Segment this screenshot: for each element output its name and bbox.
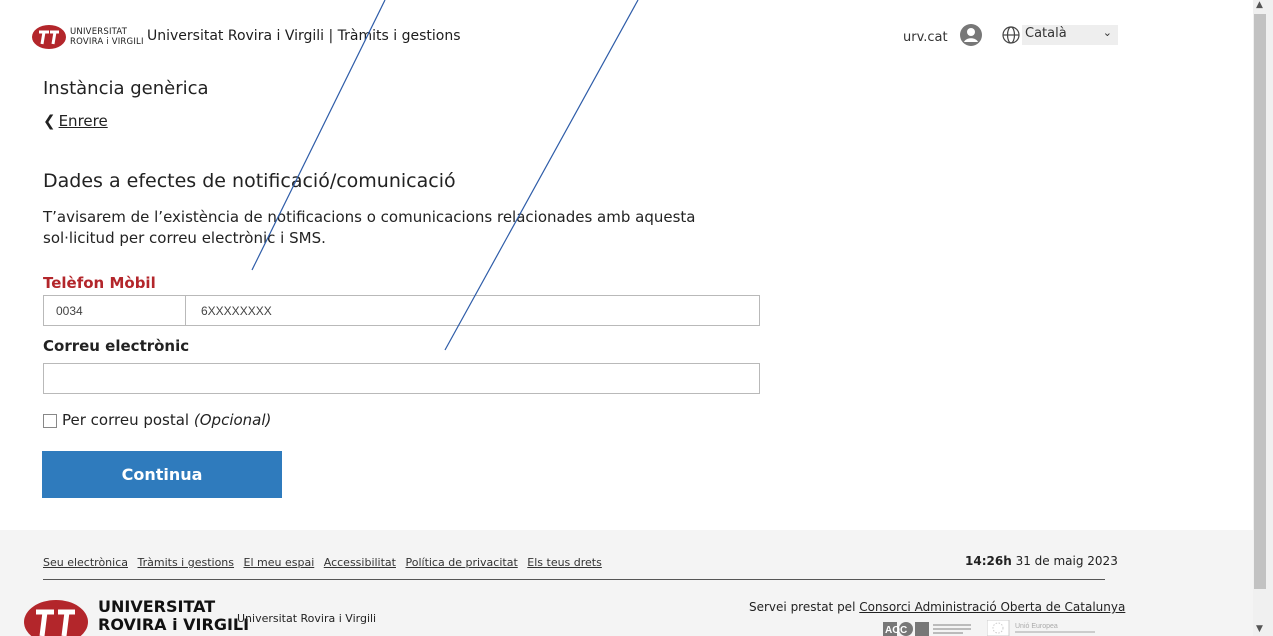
site-title[interactable]: Universitat Rovira i Virgili | Tràmits i…: [147, 28, 461, 44]
phone-number-input[interactable]: 6XXXXXXXX: [185, 295, 760, 326]
chevron-left-icon: ❮: [43, 112, 56, 130]
eu-logo-icon: Unió Europea: [987, 620, 1095, 636]
footer-logo-line2: ROVIRA i VIRGILI: [98, 615, 250, 634]
urv-logo-icon[interactable]: [30, 24, 68, 50]
scroll-up-icon[interactable]: ▲: [1256, 0, 1263, 10]
urv-link[interactable]: urv.cat: [903, 30, 948, 45]
phone-prefix-input[interactable]: 0034: [43, 295, 186, 326]
logo-text: UNIVERSITAT ROVIRA i VIRGILI: [70, 27, 144, 47]
footer-time: 14:26h: [965, 554, 1012, 568]
footer-links: Seu electrònica Tràmits i gestions El me…: [43, 556, 608, 569]
footer-link-privacitat[interactable]: Política de privacitat: [405, 556, 517, 569]
footer-logo-line1: UNIVERSITAT: [98, 597, 216, 616]
footer-service-link[interactable]: Consorci Administració Oberta de Catalun…: [859, 600, 1125, 614]
back-link[interactable]: ❮ Enrere: [43, 112, 108, 130]
page-title: Instància genèrica: [43, 78, 209, 99]
footer-link-tramits[interactable]: Tràmits i gestions: [138, 556, 235, 569]
section-description: T’avisarem de l’existència de notificaci…: [43, 208, 696, 247]
language-select[interactable]: Català ⌄: [1022, 25, 1118, 45]
aoc-logo-text: AOC: [885, 625, 907, 636]
scrollbar-thumb[interactable]: [1254, 14, 1266, 589]
email-input[interactable]: [43, 363, 760, 394]
footer-divider: [43, 579, 1105, 580]
scroll-down-icon[interactable]: ▼: [1256, 624, 1263, 634]
postal-optional-text: (Opcional): [193, 411, 272, 429]
logo-line2: ROVIRA i VIRGILI: [70, 37, 144, 47]
logo-line1: UNIVERSITAT: [70, 27, 128, 37]
footer: Seu electrònica Tràmits i gestions El me…: [0, 530, 1253, 636]
footer-date: 31 de maig 2023: [1015, 554, 1118, 568]
footer-service: Servei prestat pel Consorci Administraci…: [749, 600, 1125, 614]
footer-link-seu[interactable]: Seu electrònica: [43, 556, 128, 569]
email-label: Correu electrònic: [43, 337, 190, 355]
postal-label[interactable]: Per correu postal (Opcional): [62, 411, 271, 429]
section-title: Dades a efectes de notificació/comunicac…: [43, 170, 456, 192]
footer-datetime: 14:26h 31 de maig 2023: [965, 554, 1118, 568]
globe-icon: [1002, 26, 1020, 44]
aoc-logo-icon: AOC: [883, 622, 971, 636]
continue-button[interactable]: Continua: [42, 451, 282, 498]
footer-link-accessibilitat[interactable]: Accessibilitat: [324, 556, 396, 569]
language-value: Català: [1025, 26, 1067, 41]
footer-logo-text: UNIVERSITAT ROVIRA i VIRGILI: [98, 598, 249, 634]
footer-link-drets[interactable]: Els teus drets: [527, 556, 602, 569]
user-icon[interactable]: [960, 24, 982, 46]
back-label[interactable]: Enrere: [59, 112, 108, 130]
postal-label-text: Per correu postal: [62, 411, 190, 429]
header: UNIVERSITAT ROVIRA i VIRGILI Universitat…: [0, 0, 1253, 72]
phone-label: Telèfon Mòbil: [43, 274, 156, 292]
eu-logo-text: Unió Europea: [1015, 623, 1058, 630]
footer-university-name: Universitat Rovira i Virgili: [237, 612, 377, 625]
footer-service-prefix: Servei prestat pel: [749, 600, 856, 614]
footer-urv-logo-icon[interactable]: [20, 592, 90, 636]
chevron-down-icon: ⌄: [1102, 26, 1112, 39]
footer-link-espai[interactable]: El meu espai: [244, 556, 315, 569]
postal-checkbox[interactable]: [43, 414, 57, 428]
